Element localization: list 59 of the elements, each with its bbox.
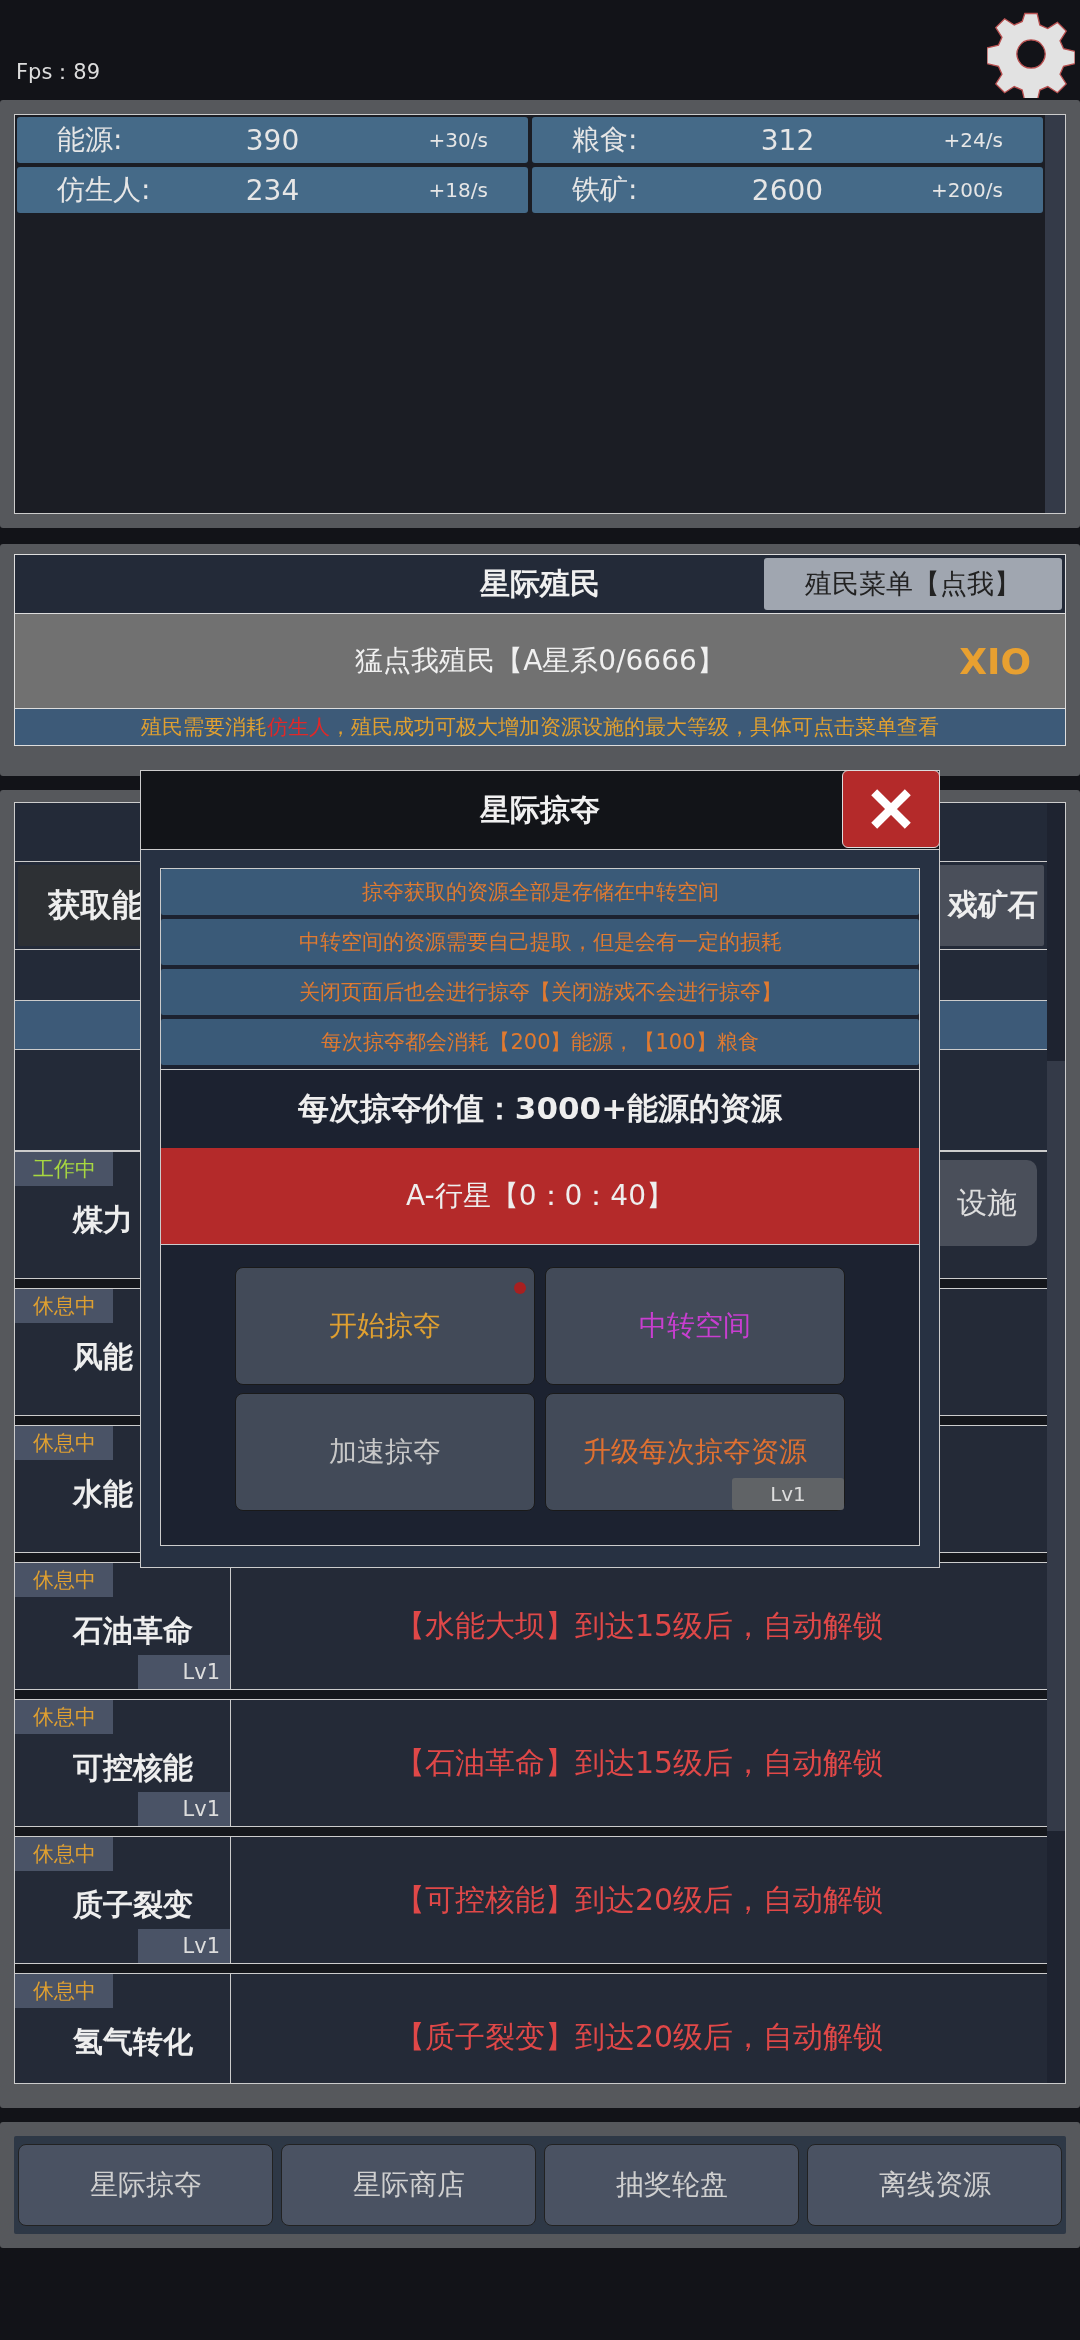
- raid-action-button[interactable]: 升级每次掠夺资源 Lv1: [545, 1393, 845, 1511]
- resource-name: 能源:: [56, 122, 124, 158]
- unlock-hint: 【质子裂变】到达20级后，自动解锁: [394, 2017, 884, 2056]
- colonize-button[interactable]: 猛点我殖民【A星系0/6666】 XIO: [15, 614, 1065, 709]
- facility-name: 石油革命: [73, 1612, 193, 1650]
- nav-button[interactable]: 抽奖轮盘: [544, 2144, 799, 2226]
- resource-name: 粮食:: [571, 122, 639, 158]
- resource-name: 铁矿:: [571, 172, 639, 208]
- unlock-hint: 【水能大坝】到达15级后，自动解锁: [394, 1606, 884, 1645]
- facility-name: 可控核能: [73, 1749, 193, 1787]
- resource-rate: +200/s: [929, 178, 1004, 202]
- unlock-hint: 【可控核能】到达20级后，自动解锁: [394, 1880, 884, 1919]
- xio-tag: XIO: [959, 640, 1031, 682]
- settings-icon[interactable]: [987, 10, 1075, 98]
- level-tag: Lv1: [138, 1792, 230, 1826]
- raid-action-button[interactable]: 加速掠夺: [235, 1393, 535, 1511]
- level-tag: Lv1: [138, 1929, 230, 1963]
- status-tag: 休息中: [15, 1974, 113, 2008]
- nav-button[interactable]: 离线资源: [807, 2144, 1062, 2226]
- info-text: 中转空间的资源需要自己提取，但是会有一定的损耗: [298, 929, 782, 956]
- dialog-title: 星际掠夺: [480, 790, 600, 829]
- target-label: A-行星【0：0：40】: [406, 1178, 674, 1214]
- resource-rate: +24/s: [942, 128, 1004, 152]
- status-tag: 休息中: [15, 1426, 113, 1460]
- resource-name: 仿生人:: [56, 172, 152, 208]
- resource-value: 312: [759, 123, 816, 157]
- colonize-label: 猛点我殖民【A星系0/6666】: [355, 643, 725, 679]
- level-tag: Lv1: [138, 1655, 230, 1689]
- status-tag: 休息中: [15, 1289, 113, 1323]
- fps-counter: Fps：89: [16, 59, 101, 86]
- info-text: 掠夺获取的资源全部是存储在中转空间: [361, 879, 719, 906]
- resource-rate: +30/s: [427, 128, 489, 152]
- scrollbar[interactable]: [1045, 115, 1065, 513]
- section-title: 星际殖民: [480, 564, 600, 603]
- raid-action-button[interactable]: 开始掠夺: [235, 1267, 535, 1385]
- facility-name: 水能: [73, 1475, 133, 1513]
- status-tag: 休息中: [15, 1837, 113, 1871]
- nav-button[interactable]: 星际商店: [281, 2144, 536, 2226]
- resource-value: 234: [244, 173, 301, 207]
- close-button[interactable]: [842, 770, 940, 848]
- resource-value: 2600: [750, 173, 825, 207]
- scrollbar[interactable]: [1047, 1061, 1065, 1831]
- facility-name: 质子裂变: [73, 1886, 193, 1924]
- target-bar[interactable]: A-行星【0：0：40】: [161, 1148, 919, 1245]
- unlock-hint: 【石油革命】到达15级后，自动解锁: [394, 1743, 884, 1782]
- colonize-note: 殖民需要消耗仿生人，殖民成功可极大增加资源设施的最大等级，具体可点击菜单查看: [141, 714, 939, 741]
- resource-rate: +18/s: [427, 178, 489, 202]
- colony-menu-button[interactable]: 殖民菜单【点我】: [764, 558, 1062, 610]
- info-text: 关闭页面后也会进行掠夺【关闭游戏不会进行掠夺】: [298, 979, 782, 1006]
- status-tag: 休息中: [15, 1700, 113, 1734]
- status-tag: 工作中: [15, 1152, 113, 1186]
- facility-name: 氢气转化: [73, 2023, 193, 2061]
- resource-value: 390: [244, 123, 301, 157]
- info-text: 每次掠夺都会消耗【200】能源，【100】粮食: [321, 1029, 759, 1056]
- level-tag: Lv1: [732, 1478, 844, 1510]
- status-tag: 休息中: [15, 1563, 113, 1597]
- nav-button[interactable]: 星际掠夺: [18, 2144, 273, 2226]
- facility-name: 风能: [73, 1338, 133, 1376]
- facility-name: 煤力: [73, 1201, 133, 1239]
